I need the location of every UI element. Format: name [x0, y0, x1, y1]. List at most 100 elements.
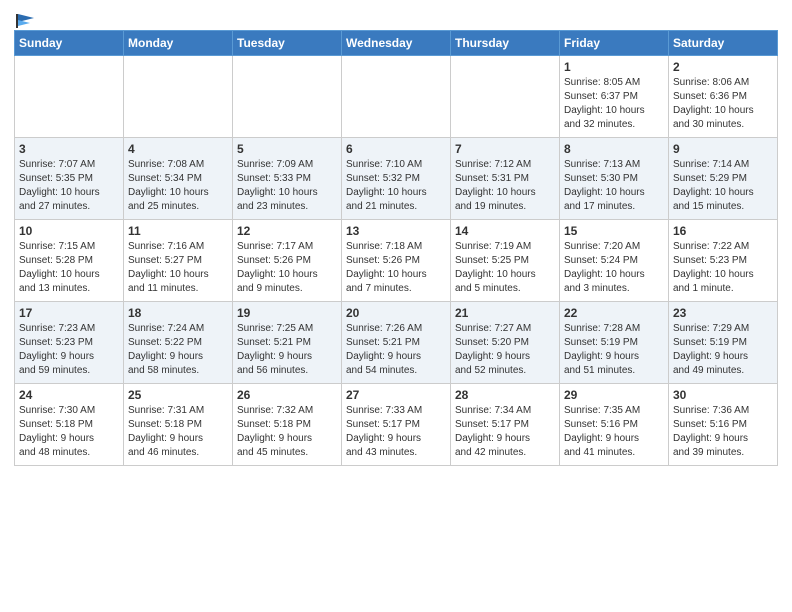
day-number: 2 [673, 60, 773, 74]
day-info: Sunrise: 7:34 AM Sunset: 5:17 PM Dayligh… [455, 404, 555, 460]
day-cell: 4 Sunrise: 7:08 AM Sunset: 5:34 PM Daylig… [124, 138, 233, 220]
day-cell: 27 Sunrise: 7:33 AM Sunset: 5:17 PM Dayli… [342, 384, 451, 466]
day-cell: 26 Sunrise: 7:32 AM Sunset: 5:18 PM Dayli… [233, 384, 342, 466]
page: SundayMondayTuesdayWednesdayThursdayFrid… [0, 0, 792, 476]
day-cell: 23 Sunrise: 7:29 AM Sunset: 5:19 PM Dayli… [669, 302, 778, 384]
day-number: 24 [19, 388, 119, 402]
day-number: 3 [19, 142, 119, 156]
day-cell: 28 Sunrise: 7:34 AM Sunset: 5:17 PM Dayli… [451, 384, 560, 466]
col-header-friday: Friday [560, 31, 669, 56]
day-info: Sunrise: 7:25 AM Sunset: 5:21 PM Dayligh… [237, 322, 337, 378]
day-info: Sunrise: 7:15 AM Sunset: 5:28 PM Dayligh… [19, 240, 119, 296]
day-number: 13 [346, 224, 446, 238]
day-number: 19 [237, 306, 337, 320]
day-cell: 15 Sunrise: 7:20 AM Sunset: 5:24 PM Dayli… [560, 220, 669, 302]
col-header-saturday: Saturday [669, 31, 778, 56]
day-number: 16 [673, 224, 773, 238]
day-info: Sunrise: 7:23 AM Sunset: 5:23 PM Dayligh… [19, 322, 119, 378]
day-cell: 5Sunrise: 7:09 AM Sunset: 5:33 PM Daylig… [233, 138, 342, 220]
day-info: Sunrise: 7:29 AM Sunset: 5:19 PM Dayligh… [673, 322, 773, 378]
day-info: Sunrise: 7:12 AM Sunset: 5:31 PM Dayligh… [455, 158, 555, 214]
day-info: Sunrise: 7:08 AM Sunset: 5:34 PM Dayligh… [128, 158, 228, 214]
day-number: 28 [455, 388, 555, 402]
day-number: 30 [673, 388, 773, 402]
day-info: Sunrise: 7:26 AM Sunset: 5:21 PM Dayligh… [346, 322, 446, 378]
day-cell: 13 Sunrise: 7:18 AM Sunset: 5:26 PM Dayli… [342, 220, 451, 302]
logo-flag-icon [16, 14, 34, 28]
day-cell: 7 Sunrise: 7:12 AM Sunset: 5:31 PM Daylig… [451, 138, 560, 220]
day-cell: 1Sunrise: 8:05 AM Sunset: 6:37 PM Daylig… [560, 56, 669, 138]
col-header-sunday: Sunday [15, 31, 124, 56]
day-cell [15, 56, 124, 138]
day-cell: 29Sunrise: 7:35 AM Sunset: 5:16 PM Dayli… [560, 384, 669, 466]
day-number: 5 [237, 142, 337, 156]
day-number: 15 [564, 224, 664, 238]
day-cell: 19 Sunrise: 7:25 AM Sunset: 5:21 PM Dayli… [233, 302, 342, 384]
day-cell [124, 56, 233, 138]
col-header-tuesday: Tuesday [233, 31, 342, 56]
week-row-3: 10Sunrise: 7:15 AM Sunset: 5:28 PM Dayli… [15, 220, 778, 302]
day-info: Sunrise: 7:19 AM Sunset: 5:25 PM Dayligh… [455, 240, 555, 296]
day-number: 9 [673, 142, 773, 156]
week-row-1: 1Sunrise: 8:05 AM Sunset: 6:37 PM Daylig… [15, 56, 778, 138]
day-info: Sunrise: 7:28 AM Sunset: 5:19 PM Dayligh… [564, 322, 664, 378]
day-number: 12 [237, 224, 337, 238]
col-header-monday: Monday [124, 31, 233, 56]
day-number: 26 [237, 388, 337, 402]
day-info: Sunrise: 7:24 AM Sunset: 5:22 PM Dayligh… [128, 322, 228, 378]
week-row-5: 24 Sunrise: 7:30 AM Sunset: 5:18 PM Dayli… [15, 384, 778, 466]
day-cell: 21Sunrise: 7:27 AM Sunset: 5:20 PM Dayli… [451, 302, 560, 384]
day-info: Sunrise: 7:10 AM Sunset: 5:32 PM Dayligh… [346, 158, 446, 214]
day-info: Sunrise: 7:30 AM Sunset: 5:18 PM Dayligh… [19, 404, 119, 460]
day-number: 25 [128, 388, 228, 402]
day-number: 14 [455, 224, 555, 238]
day-cell: 22Sunrise: 7:28 AM Sunset: 5:19 PM Dayli… [560, 302, 669, 384]
day-cell: 10Sunrise: 7:15 AM Sunset: 5:28 PM Dayli… [15, 220, 124, 302]
day-info: Sunrise: 7:33 AM Sunset: 5:17 PM Dayligh… [346, 404, 446, 460]
day-cell: 30 Sunrise: 7:36 AM Sunset: 5:16 PM Dayli… [669, 384, 778, 466]
day-info: Sunrise: 7:22 AM Sunset: 5:23 PM Dayligh… [673, 240, 773, 296]
day-cell: 16 Sunrise: 7:22 AM Sunset: 5:23 PM Dayli… [669, 220, 778, 302]
day-info: Sunrise: 7:16 AM Sunset: 5:27 PM Dayligh… [128, 240, 228, 296]
day-cell: 17Sunrise: 7:23 AM Sunset: 5:23 PM Dayli… [15, 302, 124, 384]
day-number: 20 [346, 306, 446, 320]
day-cell: 9 Sunrise: 7:14 AM Sunset: 5:29 PM Daylig… [669, 138, 778, 220]
day-number: 18 [128, 306, 228, 320]
day-number: 27 [346, 388, 446, 402]
day-cell [233, 56, 342, 138]
header-row: SundayMondayTuesdayWednesdayThursdayFrid… [15, 31, 778, 56]
day-number: 7 [455, 142, 555, 156]
day-cell: 8Sunrise: 7:13 AM Sunset: 5:30 PM Daylig… [560, 138, 669, 220]
day-number: 21 [455, 306, 555, 320]
day-info: Sunrise: 7:32 AM Sunset: 5:18 PM Dayligh… [237, 404, 337, 460]
day-cell: 11Sunrise: 7:16 AM Sunset: 5:27 PM Dayli… [124, 220, 233, 302]
week-row-4: 17Sunrise: 7:23 AM Sunset: 5:23 PM Dayli… [15, 302, 778, 384]
day-number: 4 [128, 142, 228, 156]
day-number: 23 [673, 306, 773, 320]
day-info: Sunrise: 7:18 AM Sunset: 5:26 PM Dayligh… [346, 240, 446, 296]
day-number: 29 [564, 388, 664, 402]
day-cell: 20 Sunrise: 7:26 AM Sunset: 5:21 PM Dayli… [342, 302, 451, 384]
day-info: Sunrise: 7:14 AM Sunset: 5:29 PM Dayligh… [673, 158, 773, 214]
day-number: 6 [346, 142, 446, 156]
day-number: 8 [564, 142, 664, 156]
day-cell: 14 Sunrise: 7:19 AM Sunset: 5:25 PM Dayli… [451, 220, 560, 302]
day-cell: 18 Sunrise: 7:24 AM Sunset: 5:22 PM Dayli… [124, 302, 233, 384]
day-info: Sunrise: 7:31 AM Sunset: 5:18 PM Dayligh… [128, 404, 228, 460]
day-cell [451, 56, 560, 138]
col-header-wednesday: Wednesday [342, 31, 451, 56]
day-info: Sunrise: 7:36 AM Sunset: 5:16 PM Dayligh… [673, 404, 773, 460]
calendar-table: SundayMondayTuesdayWednesdayThursdayFrid… [14, 30, 778, 466]
day-info: Sunrise: 7:17 AM Sunset: 5:26 PM Dayligh… [237, 240, 337, 296]
day-info: Sunrise: 8:05 AM Sunset: 6:37 PM Dayligh… [564, 76, 664, 132]
col-header-thursday: Thursday [451, 31, 560, 56]
day-cell [342, 56, 451, 138]
logo [14, 14, 34, 26]
day-info: Sunrise: 7:20 AM Sunset: 5:24 PM Dayligh… [564, 240, 664, 296]
day-cell: 2Sunrise: 8:06 AM Sunset: 6:36 PM Daylig… [669, 56, 778, 138]
week-row-2: 3Sunrise: 7:07 AM Sunset: 5:35 PM Daylig… [15, 138, 778, 220]
header [14, 10, 778, 26]
day-cell: 24 Sunrise: 7:30 AM Sunset: 5:18 PM Dayli… [15, 384, 124, 466]
day-cell: 3Sunrise: 7:07 AM Sunset: 5:35 PM Daylig… [15, 138, 124, 220]
day-cell: 25 Sunrise: 7:31 AM Sunset: 5:18 PM Dayli… [124, 384, 233, 466]
